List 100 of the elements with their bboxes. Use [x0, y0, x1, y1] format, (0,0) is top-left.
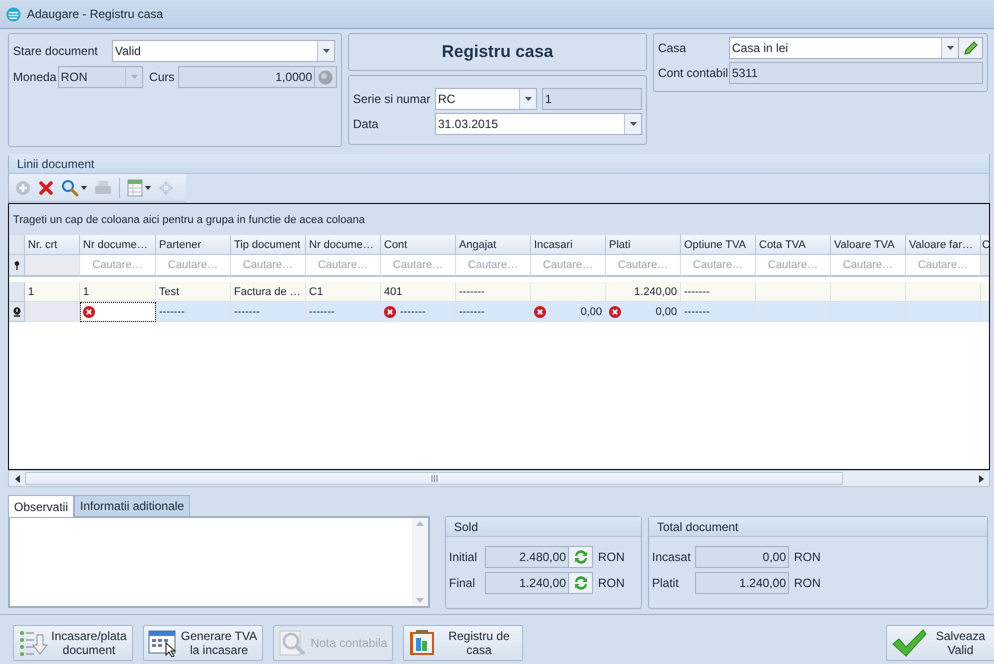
magnifier-icon [278, 629, 308, 657]
checkmark-icon [891, 628, 927, 658]
tab[interactable]: Informatii aditionale [74, 495, 190, 516]
horizontal-scrollbar[interactable] [8, 470, 990, 487]
tab[interactable]: Observatii [8, 495, 74, 517]
number-field[interactable]: 1 [542, 88, 642, 110]
amount-field[interactable]: 1.240,00 [695, 572, 789, 594]
edit-button[interactable] [959, 37, 983, 59]
dropdown-button[interactable] [317, 41, 334, 61]
group-hint: Trageti un cap de coloana aici pentru a grupa in functie de acea coloana [13, 214, 365, 226]
caret-icon [630, 122, 636, 126]
column-header[interactable]: Plati [606, 235, 681, 255]
field-label: Data [353, 117, 380, 131]
column-header[interactable]: Cota TVA [756, 235, 831, 255]
field-label: Cont contabil [658, 66, 729, 80]
currency-label: RON [794, 576, 821, 590]
grip-icon [430, 475, 438, 482]
scrollbar-thumb[interactable] [25, 472, 843, 485]
list-arrow-icon [18, 629, 48, 657]
cell-text: 1 [83, 286, 90, 298]
account-field[interactable]: 5311 [729, 62, 983, 84]
refresh-button[interactable] [569, 572, 593, 594]
column-header[interactable]: Optiune TVA [681, 235, 756, 255]
notes-field[interactable] [8, 516, 430, 608]
calculator-window-icon [148, 629, 178, 657]
amount-field[interactable]: 1.240,00 [485, 572, 569, 594]
dropdown-button[interactable] [519, 89, 536, 109]
action-button[interactable]: Incasare/plata document [13, 625, 133, 661]
cell-text: ------- [459, 286, 485, 298]
table-row[interactable]: 1 1 Test Factura de … C1 401 ------- 1.240,00 ------- [9, 282, 989, 302]
pin-icon [14, 260, 20, 270]
rate-field[interactable]: 1,0000 [178, 66, 316, 88]
status-dropdown[interactable]: Valid [112, 40, 335, 62]
action-button[interactable]: Registru de casa [403, 625, 523, 661]
panel-title: Total document [657, 520, 738, 534]
dropdown-button[interactable] [941, 38, 958, 58]
cell-text: ------- [234, 306, 260, 318]
column-header[interactable]: Incasari [531, 235, 606, 255]
field-label: Initial [449, 550, 478, 564]
section-title: Linii document [17, 156, 94, 170]
date-picker[interactable]: 31.03.2015 [435, 113, 642, 135]
cell-text: ------- [684, 286, 710, 298]
plus-icon [15, 180, 31, 196]
warning-icon [12, 306, 20, 316]
caret-icon [81, 186, 87, 190]
series-dropdown[interactable]: RC [435, 88, 537, 110]
search-icon [61, 178, 79, 196]
currency-label: RON [598, 576, 625, 590]
dropdown-button[interactable] [624, 114, 641, 134]
column-header[interactable]: Nr docume… [80, 235, 156, 255]
cell-text: ------- [459, 306, 485, 318]
cell-text: ------- [159, 306, 185, 318]
filter-cell[interactable] [25, 255, 80, 277]
spreadsheet-icon [127, 178, 143, 196]
currency-label: RON [598, 550, 625, 564]
field-label: Serie si numar [353, 92, 432, 106]
right-arrow-icon [978, 474, 984, 482]
cell-text: 401 [384, 286, 402, 298]
column-header[interactable]: Angajat [456, 235, 531, 255]
cash-dropdown[interactable]: Casa in lei [729, 37, 959, 59]
field-label: Stare document [13, 44, 99, 58]
action-button[interactable]: Salveaza Valid [886, 625, 994, 661]
caret-icon [145, 186, 151, 190]
move-icon [158, 180, 174, 196]
refresh-icon [572, 549, 588, 565]
action-button[interactable]: Generare TVA la incasare [143, 625, 263, 661]
rate-button[interactable] [315, 66, 337, 88]
amount-field[interactable]: 2.480,00 [485, 546, 569, 568]
pencil-icon [964, 41, 978, 55]
circle-icon [318, 70, 334, 84]
caret-icon [322, 49, 330, 53]
column-header[interactable]: Valoare TVA [831, 235, 906, 255]
caret-icon [524, 97, 532, 101]
cell-text: C1 [309, 286, 324, 298]
field-label: Final [449, 576, 476, 590]
column-header[interactable]: Valoare far… [906, 235, 981, 255]
column-header[interactable]: Cont [381, 235, 456, 255]
refresh-icon [572, 575, 588, 591]
cell-text: ------- [684, 306, 710, 318]
cell-text: Factura de … [234, 286, 301, 298]
field-label: Curs [148, 70, 176, 84]
caret-icon [946, 46, 954, 50]
amount-field[interactable]: 0,00 [695, 546, 789, 568]
up-arrow-icon [416, 521, 424, 526]
field-label: Incasat [652, 550, 692, 564]
column-header[interactable]: Partener [156, 235, 231, 255]
column-header[interactable]: Tip document [231, 235, 306, 255]
column-header[interactable]: Nr. crt [25, 235, 80, 255]
window-title: Adaugare - Registru casa [27, 7, 164, 21]
cell-text: ------- [309, 306, 335, 318]
toolbar-button[interactable] [125, 176, 153, 198]
column-header[interactable]: Nr docume… [306, 235, 381, 255]
table-row[interactable]: ------- ------- ------- ------- ------- 0,00 0,00 ------- [9, 302, 989, 322]
field-label: Moneda [13, 70, 58, 84]
refresh-button[interactable] [569, 546, 593, 568]
caret-icon [130, 75, 138, 79]
filter-cell[interactable] [981, 255, 989, 277]
printer-icon [94, 180, 112, 196]
field-label: Platit [652, 576, 680, 590]
cell-text: 1.240,00 [634, 286, 677, 298]
